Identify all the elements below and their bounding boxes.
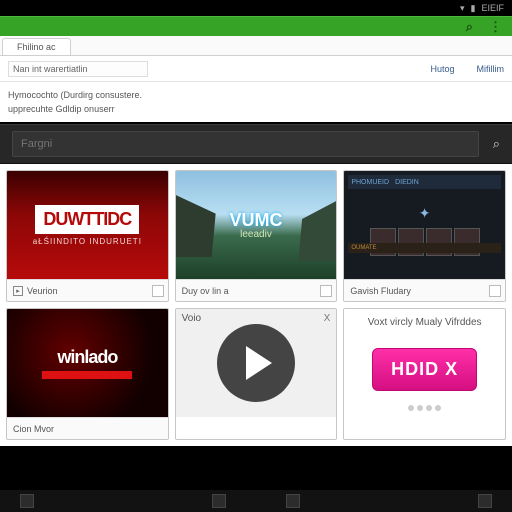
decor (298, 201, 336, 261)
search-bar: ⌕ (0, 124, 512, 164)
nav-back-icon[interactable] (20, 494, 34, 508)
video-card[interactable]: Voio X (175, 308, 338, 440)
hd-button[interactable]: HDID X (372, 348, 477, 391)
thumbnail: winlado (7, 309, 168, 417)
thumb-title: Voxt vircly Mualy Vifrddes (368, 317, 482, 328)
breadcrumb-area: Hymocochto (Durdirg consustere. upprecuh… (0, 82, 512, 122)
card-caption: Cion Mvor (7, 417, 168, 439)
toolbar-link-1[interactable]: Hutog (430, 64, 454, 74)
close-icon[interactable]: X (324, 313, 331, 324)
browser-tab[interactable]: Fhilino ac (2, 38, 71, 55)
nav-recent-icon[interactable] (286, 494, 300, 508)
crumb-line-1[interactable]: Hymocochto (Durdirg consustere. (8, 88, 504, 102)
expand-icon[interactable] (152, 285, 164, 297)
search-icon[interactable]: ⌕ (493, 136, 500, 152)
thumb-top-a: PHOMUEID (351, 179, 389, 186)
decor-bar (42, 371, 132, 379)
thumbnail: Voio X (176, 309, 337, 417)
play-icon (246, 346, 272, 380)
status-bar: ▾ ▮ EIEIF (0, 0, 512, 16)
pager-dots (408, 405, 441, 411)
nav-home-icon[interactable] (212, 494, 226, 508)
card-grid: DUWTTIDC aŁŚIINDITO INDURUETI ▸ Veurion … (0, 164, 512, 446)
status-label: EIEIF (481, 3, 504, 13)
search-icon[interactable]: ⌕ (466, 19, 473, 35)
thumbnail: VUMC leeadiv (176, 171, 337, 279)
menu-icon[interactable]: ⋮ (489, 19, 502, 35)
expand-icon[interactable] (320, 285, 332, 297)
nav-extra-icon[interactable] (478, 494, 492, 508)
play-button[interactable] (217, 324, 295, 402)
toolbar-link-2[interactable]: Mifillim (477, 64, 505, 74)
thumb-subtitle: aŁŚIINDITO INDURUETI (33, 237, 142, 246)
thumb-logo: winlado (57, 347, 117, 368)
video-card[interactable]: PHOMUEID DIEDIN ✦ OUMATE Gavish Fludary (343, 170, 506, 302)
play-icon[interactable]: ▸ (13, 286, 23, 296)
signal-icon: ▾ (460, 3, 465, 14)
thumbnail: DUWTTIDC aŁŚIINDITO INDURUETI (7, 171, 168, 279)
decor (176, 195, 216, 257)
tab-strip: Fhilino ac (0, 36, 512, 56)
thumb-logo: DUWTTIDC (35, 205, 139, 234)
video-card[interactable]: DUWTTIDC aŁŚIINDITO INDURUETI ▸ Veurion (6, 170, 169, 302)
search-input[interactable] (12, 131, 479, 157)
thumb-logo: VUMC (229, 210, 282, 231)
thumbnail: PHOMUEID DIEDIN ✦ OUMATE (344, 171, 505, 279)
video-card[interactable]: Voxt vircly Mualy Vifrddes HDID X (343, 308, 506, 440)
address-bar: Hutog Mifillim (0, 56, 512, 82)
crumb-line-2[interactable]: upprecuhte Gdldip onuserr (8, 102, 504, 116)
thumb-top-b: DIEDIN (395, 179, 419, 186)
thumb-top-label: Voio (182, 313, 201, 324)
thumb-band: OUMATE (348, 243, 501, 253)
caption-text: Cion Mvor (13, 424, 54, 434)
thumbnail: Voxt vircly Mualy Vifrddes HDID X (344, 309, 505, 417)
card-caption: ▸ Veurion (7, 279, 168, 301)
battery-icon: ▮ (471, 3, 476, 14)
video-card[interactable]: VUMC leeadiv Duy ov lin a (175, 170, 338, 302)
star-icon: ✦ (419, 205, 431, 222)
url-input[interactable] (8, 61, 148, 77)
thumb-subtitle: leeadiv (240, 229, 272, 240)
card-caption: Duy ov lin a (176, 279, 337, 301)
caption-text: Veurion (27, 286, 58, 296)
expand-icon[interactable] (489, 285, 501, 297)
caption-text: Gavish Fludary (350, 286, 411, 296)
system-nav-bar (0, 490, 512, 512)
thumb-topbar: PHOMUEID DIEDIN (348, 175, 501, 189)
caption-text: Duy ov lin a (182, 286, 229, 296)
video-card[interactable]: winlado Cion Mvor (6, 308, 169, 440)
browser-toolbar: ⌕ ⋮ (0, 16, 512, 36)
card-caption: Gavish Fludary (344, 279, 505, 301)
